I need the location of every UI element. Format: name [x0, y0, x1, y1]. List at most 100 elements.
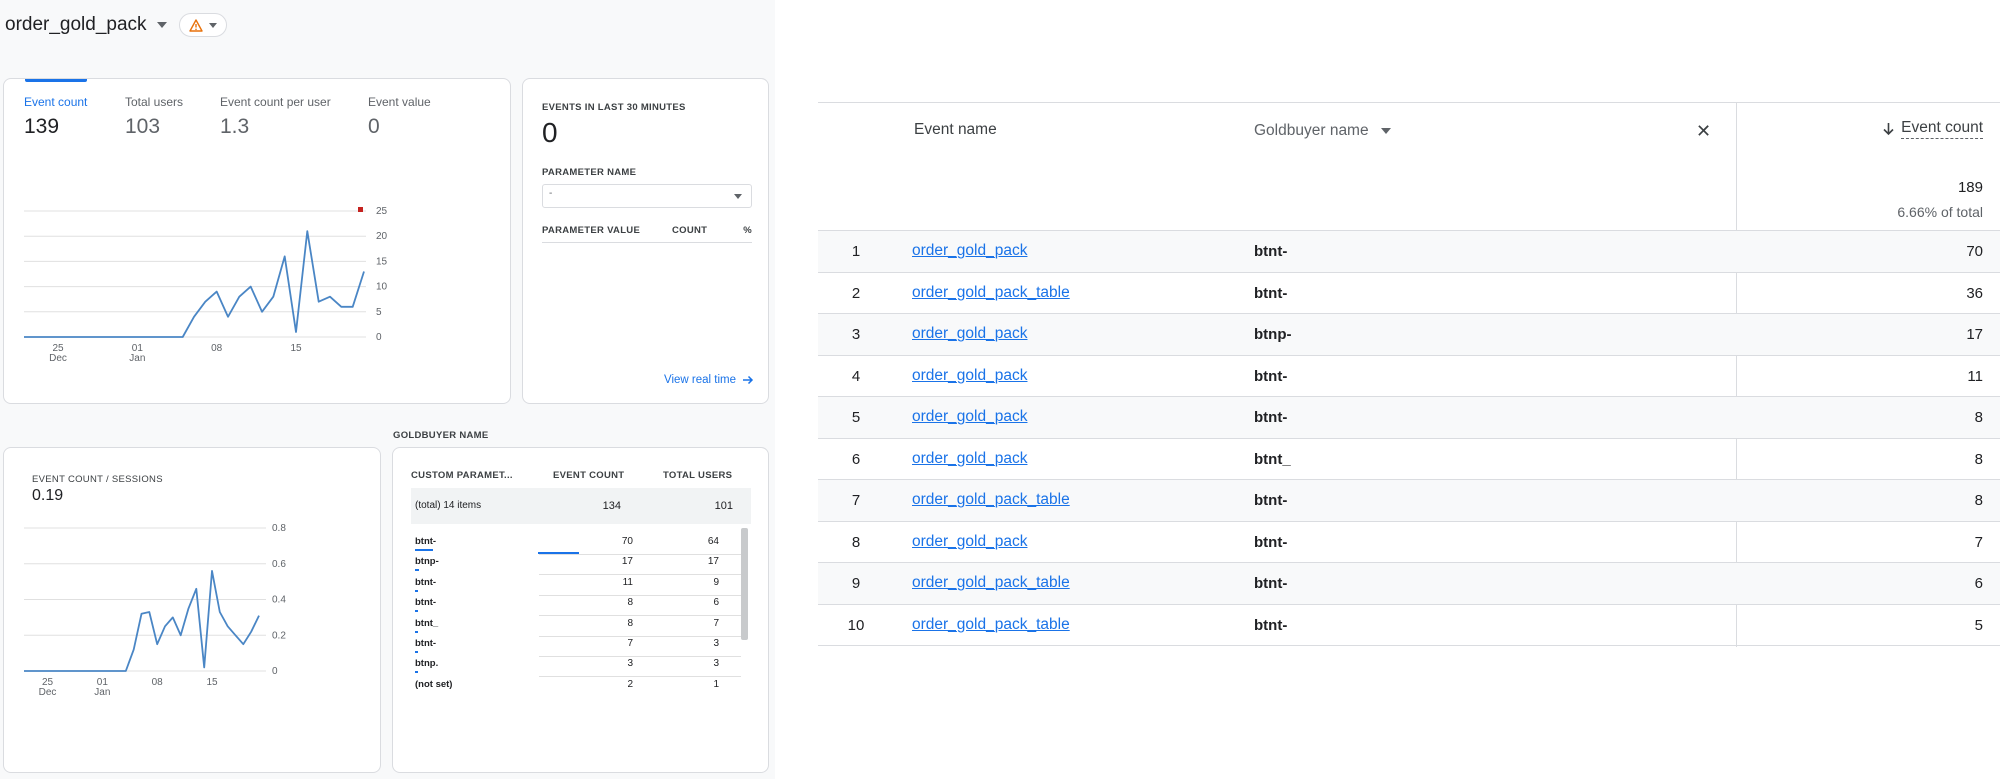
goldbuyer-card: CUSTOM PARAMET... EVENT COUNT TOTAL USER… [392, 447, 769, 773]
warning-chip[interactable] [178, 13, 227, 37]
table-row: 5 order_gold_pack btnt- 8 [818, 397, 2000, 439]
col-goldbuyer-name[interactable]: Goldbuyer name [1254, 122, 1391, 140]
total-percentage: 6.66% of total [1897, 204, 1983, 220]
x-tick-label: 15 [206, 677, 218, 688]
event-name-link[interactable]: order_gold_pack [912, 325, 1027, 343]
total-label: (total) 14 items [415, 500, 482, 511]
metric-value: 1.3 [220, 115, 250, 138]
close-icon[interactable]: ✕ [1696, 121, 1711, 142]
goldbuyer-param-name: btnt- [415, 597, 437, 609]
y-tick-label: 0 [376, 332, 382, 343]
event-name-link[interactable]: order_gold_pack [912, 450, 1027, 468]
event-name-link[interactable]: order_gold_pack [912, 367, 1027, 385]
param-event-count: 7 [627, 638, 633, 649]
goldbuyer-name: btnt- [1254, 284, 1288, 302]
metric-tab-total-users[interactable]: Total users 103 [125, 95, 183, 139]
goldbuyer-name: btnt- [1254, 409, 1288, 426]
view-real-time-link[interactable]: View real time [664, 374, 754, 386]
event-count: 7 [1974, 533, 1983, 551]
page-title: order_gold_pack [5, 14, 147, 35]
event-count: 36 [1966, 284, 1983, 302]
param-total-users: 6 [713, 597, 719, 609]
event-count: 8 [1974, 492, 1983, 509]
param-total-users: 1 [713, 678, 719, 690]
realtime-card: EVENTS IN LAST 30 MINUTES 0 PARAMETER NA… [522, 78, 769, 404]
arrow-down-icon [1883, 123, 1894, 136]
param-event-count: 8 [627, 617, 633, 629]
table-row: 10 order_gold_pack_table btnt- 5 [818, 605, 2000, 646]
table-row: 6 order_gold_pack btnt_ 8 [818, 439, 2000, 480]
param-total-users: 9 [713, 576, 719, 588]
row-index: 4 [851, 367, 861, 385]
event-name-link[interactable]: order_gold_pack [912, 242, 1027, 260]
x-tick-label: 08 [211, 343, 223, 354]
goldbuyer-name: btnt_ [1254, 450, 1291, 468]
col-count: COUNT [672, 225, 708, 236]
param-event-count: 2 [627, 678, 633, 690]
chevron-down-icon [208, 22, 217, 28]
x-tick-label: Jan [129, 353, 145, 364]
metric-value: 139 [24, 115, 60, 138]
goldbuyer-heading: GOLDBUYER NAME [393, 430, 489, 441]
list-item: (not set) 2 1 [411, 672, 741, 698]
col-total-users: TOTAL USERS [663, 470, 733, 481]
row-index: 9 [851, 575, 861, 592]
goldbuyer-name: btnt- [1254, 575, 1288, 592]
event-name-link[interactable]: order_gold_pack_table [912, 616, 1070, 634]
y-tick-label: 25 [376, 206, 388, 217]
goldbuyer-param-name: btnt- [415, 536, 437, 547]
param-event-count: 3 [627, 658, 633, 670]
param-event-count: 70 [621, 536, 633, 547]
sessions-value: 0.19 [32, 487, 64, 504]
event-name-link[interactable]: order_gold_pack_table [912, 284, 1070, 302]
y-tick-label: 0.8 [272, 523, 286, 534]
event-count: 5 [1974, 616, 1983, 634]
event-count: 70 [1966, 243, 1983, 260]
metric-tab-event-count[interactable]: Event count 139 [24, 95, 87, 139]
event-name-link[interactable]: order_gold_pack [912, 533, 1027, 551]
metric-value: 0 [368, 115, 380, 138]
y-tick-label: 0 [272, 666, 278, 677]
x-tick-label: Dec [39, 687, 57, 698]
view-real-time-label: View real time [663, 374, 736, 386]
chevron-down-icon [1380, 128, 1391, 134]
event-count-per-session-card: EVENT COUNT / SESSIONS 0.19 0 0.2 0.4 0.6 0.… [3, 447, 381, 773]
arrow-right-icon [743, 375, 754, 385]
col-goldbuyer-label: Goldbuyer name [1254, 122, 1369, 139]
metric-label: Event value [368, 95, 431, 109]
metric-tab-event-value[interactable]: Event value 0 [368, 95, 431, 139]
col-percent: % [743, 225, 752, 236]
total-users: 101 [714, 500, 733, 512]
col-event-name[interactable]: Event name [914, 121, 997, 139]
scrollbar[interactable] [741, 528, 748, 640]
parameter-table-header: PARAMETER VALUE COUNT % [542, 225, 752, 243]
goldbuyer-param-name: (not set) [415, 678, 453, 690]
x-tick-label: Jan [94, 687, 110, 698]
metric-tab-event-count-per-user[interactable]: Event count per user 1.3 [220, 95, 331, 139]
realtime-count: 0 [542, 117, 558, 148]
goldbuyer-name: btnt- [1254, 243, 1288, 260]
metric-label: Total users [125, 95, 184, 109]
col-event-count[interactable]: Event count [1882, 119, 1983, 139]
event-name-link[interactable]: order_gold_pack_table [912, 574, 1070, 592]
event-count-chart: 051015202525Dec01Jan08 15 [24, 206, 388, 364]
total-count: 134 [602, 500, 621, 512]
row-index: 7 [851, 492, 861, 509]
y-tick-label: 15 [376, 256, 388, 267]
event-count: 8 [1974, 409, 1983, 426]
col-custom-parameter: CUSTOM PARAMET... [411, 470, 513, 481]
param-event-count: 11 [622, 576, 633, 588]
table-row: 8 order_gold_pack btnt- 7 [818, 522, 2000, 563]
event-name-link[interactable]: order_gold_pack [912, 408, 1027, 426]
table-row: 9 order_gold_pack_table btnt- 6 [818, 563, 2000, 605]
table-row: 7 order_gold_pack_table btnt- 8 [818, 480, 2000, 522]
event-detail-pane: order_gold_pack Event count 139 Total us… [0, 0, 775, 779]
parameter-name-select[interactable]: - [542, 184, 752, 208]
table-row: 3 order_gold_pack btnp- 17 [818, 314, 2000, 356]
warning-icon [188, 18, 203, 32]
event-name-link[interactable]: order_gold_pack_table [912, 491, 1070, 509]
table-body: 1 order_gold_pack btnt- 70 2 order_gold_pack_… [818, 231, 2000, 646]
chevron-down-icon[interactable] [156, 22, 167, 28]
parameter-name-value: - [549, 188, 553, 199]
goldbuyer-name: btnt- [1254, 533, 1288, 551]
